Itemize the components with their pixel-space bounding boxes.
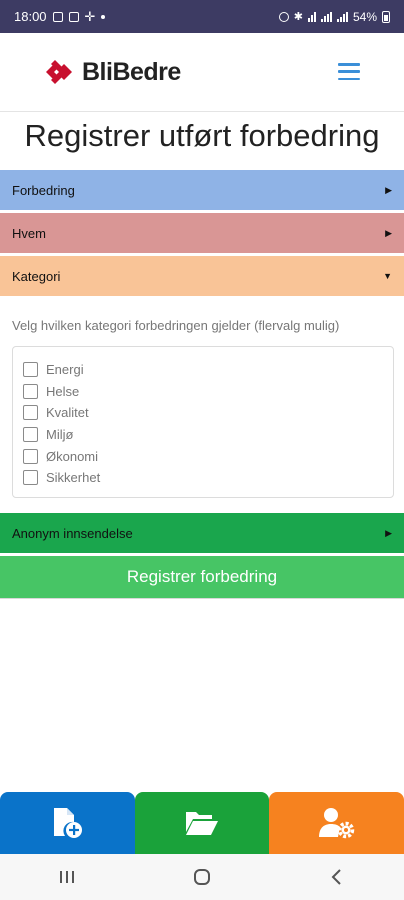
section-kategori-label: Kategori: [12, 268, 61, 284]
kategori-option-okonomi[interactable]: Økonomi: [13, 445, 393, 467]
kategori-option-kvalitet[interactable]: Kvalitet: [13, 402, 393, 424]
kategori-option-energi[interactable]: Energi: [13, 359, 393, 381]
section-hvem-header[interactable]: Hvem ▶: [0, 213, 404, 253]
app-header: BliBedre: [0, 33, 404, 112]
tab-improvements-archive[interactable]: [134, 792, 270, 854]
tab-user-settings[interactable]: [269, 792, 404, 854]
hamburger-menu-icon[interactable]: [338, 63, 360, 80]
tab-new-improvement[interactable]: [0, 792, 135, 854]
kategori-option-label: Miljø: [46, 427, 74, 443]
video-notification-icon: [68, 11, 79, 22]
section-kategori-header[interactable]: Kategori ▼: [0, 256, 404, 296]
kategori-option-label: Energi: [46, 362, 84, 378]
battery-percent: 54%: [352, 9, 377, 24]
caret-down-icon: ▼: [383, 271, 392, 281]
wifi-signal-icon: [307, 11, 316, 22]
battery-icon: [382, 10, 390, 23]
section-forbedring-label: Forbedring: [12, 182, 75, 198]
register-improvement-button[interactable]: Registrer forbedring: [0, 556, 404, 599]
kategori-option-label: Økonomi: [46, 448, 99, 464]
brand-chevron-icon: [46, 60, 72, 84]
kategori-option-label: Kvalitet: [46, 405, 89, 421]
caret-right-icon: ▶: [385, 184, 392, 195]
system-navigation-bar: [0, 854, 404, 900]
new-document-icon: [54, 808, 83, 838]
kategori-option-label: Sikkerhet: [46, 470, 101, 486]
user-settings-icon: [318, 808, 354, 839]
kategori-option-helse[interactable]: Helse: [13, 381, 393, 403]
bottom-tab-bar: [0, 792, 404, 854]
kategori-option-miljo[interactable]: Miljø: [13, 424, 393, 446]
bluetooth-icon: ✱: [293, 11, 303, 23]
section-hvem-label: Hvem: [12, 225, 46, 241]
caret-right-icon: ▶: [385, 227, 392, 238]
brand-logo[interactable]: BliBedre: [44, 57, 181, 87]
page-title: Registrer utført forbedring: [24, 118, 380, 153]
brand-name: BliBedre: [82, 57, 181, 86]
back-icon[interactable]: [317, 857, 357, 897]
kategori-instruction: Velg hvilken kategori forbedringen gjeld…: [12, 318, 340, 333]
checkbox[interactable]: [23, 405, 38, 421]
checkbox[interactable]: [23, 448, 38, 464]
status-time: 18:00: [14, 9, 47, 24]
checkbox[interactable]: [23, 383, 38, 399]
checkbox[interactable]: [23, 427, 38, 443]
caret-right-icon: ▶: [385, 527, 392, 538]
mobile-signal-icon: [320, 11, 332, 22]
more-notifications-icon: [101, 14, 106, 19]
kategori-checkbox-group: Energi Helse Kvalitet Miljø Økonomi Sikk…: [12, 346, 394, 498]
kategori-option-sikkerhet[interactable]: Sikkerhet: [13, 467, 393, 489]
checkbox[interactable]: [23, 362, 38, 378]
home-icon[interactable]: [182, 857, 222, 897]
status-bar: 18:00 ✛ ✱ 54%: [0, 0, 404, 33]
open-folder-icon: [186, 812, 218, 835]
gallery-notification-icon: [52, 11, 63, 22]
kategori-option-label: Helse: [46, 383, 80, 399]
recent-apps-icon[interactable]: [47, 857, 87, 897]
section-anonym-header[interactable]: Anonym innsendelse ▶: [0, 513, 404, 553]
section-forbedring-header[interactable]: Forbedring ▶: [0, 170, 404, 210]
cell-signal-icon: [336, 11, 348, 22]
checkbox[interactable]: [23, 470, 38, 486]
section-anonym-label: Anonym innsendelse: [12, 525, 133, 541]
crosshair-notification-icon: ✛: [84, 8, 96, 24]
alarm-icon: [278, 11, 289, 22]
